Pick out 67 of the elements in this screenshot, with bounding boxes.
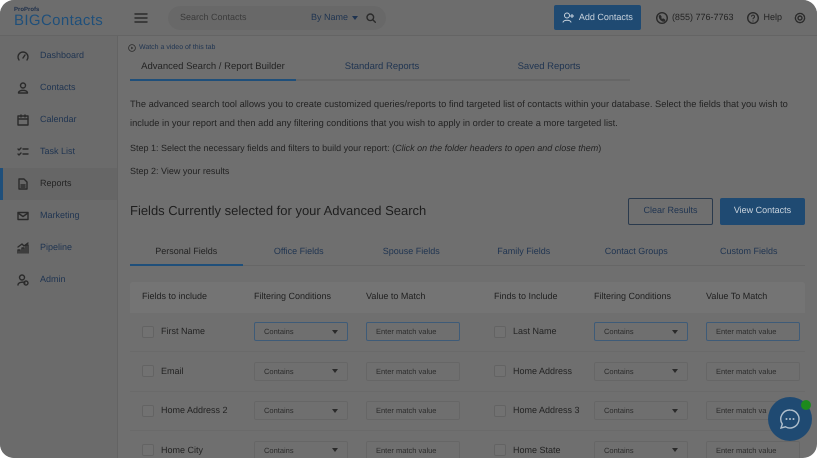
tab[interactable]: Saved Reports: [468, 56, 630, 80]
caret-icon: [672, 330, 678, 334]
sidebar-item[interactable]: Admin: [0, 264, 117, 296]
column-header: Fields to include: [142, 290, 208, 304]
settings-icon[interactable]: [794, 12, 806, 24]
calendar-icon: [17, 114, 29, 126]
phone-number: (855) 776-7763: [672, 10, 734, 24]
sidebar-item[interactable]: Reports: [0, 168, 117, 200]
bar-chart-icon: [17, 242, 29, 254]
clear-results-button[interactable]: Clear Results: [628, 198, 713, 224]
caret-icon: [672, 448, 678, 452]
logo: BIGContacts: [14, 13, 104, 28]
people-icon: [17, 274, 29, 286]
search-mode-dropdown[interactable]: By Name: [310, 10, 358, 24]
tab[interactable]: Advanced Search / Report Builder: [130, 56, 296, 80]
caret-icon: [332, 330, 338, 334]
person-icon: [17, 82, 29, 94]
field-label: Last Name: [513, 325, 557, 338]
help-icon: [747, 12, 760, 24]
caret-icon: [672, 369, 678, 374]
field-tab[interactable]: Family Fields: [468, 240, 580, 266]
field-label: First Name: [161, 325, 206, 338]
sidebar-item[interactable]: Marketing: [0, 200, 117, 232]
sidebar-item[interactable]: Calendar: [0, 104, 117, 136]
column-header: Filtering Conditions: [594, 290, 672, 304]
help-link[interactable]: Help: [747, 10, 782, 24]
caret-icon: [352, 16, 358, 20]
caret-icon: [332, 448, 338, 452]
field-tab[interactable]: Office Fields: [242, 240, 355, 266]
mail-icon: [17, 210, 29, 222]
gauge-icon: [17, 50, 29, 62]
menu-icon: [134, 12, 148, 24]
field-label: Home Address 3: [513, 404, 580, 417]
field-label: Home City: [161, 444, 204, 457]
field-tab[interactable]: Personal Fields: [130, 240, 242, 266]
field-tab[interactable]: Contact Groups: [580, 240, 692, 266]
section-title: Fields Currently selected for your Advanced Search: [130, 202, 428, 220]
view-contacts-button[interactable]: View Contacts: [720, 198, 805, 224]
column-header: Finds to Include: [494, 290, 559, 304]
description-text: The advanced search tool allows you to create customized queries/reports to find targeted list of contacts within your database. Select the fields that you wish to include in your report and then add any filtering conditions that you wish to apply in order to create a more targeted list.: [130, 98, 789, 130]
field-label: Email: [161, 364, 184, 378]
document-icon: [17, 178, 29, 190]
tab[interactable]: Standard Reports: [296, 56, 468, 80]
phone-icon: [656, 12, 668, 24]
field-tab[interactable]: Custom Fields: [692, 240, 805, 266]
checklist-icon: [17, 146, 29, 158]
caret-icon: [332, 369, 338, 374]
caret-icon: [672, 408, 678, 413]
add-person-icon: [562, 12, 575, 23]
field-label: Home State: [513, 444, 561, 456]
search-icon: [366, 12, 376, 22]
play-icon: [128, 44, 136, 52]
step-text: Step 2: View your results: [130, 165, 230, 178]
sidebar-item[interactable]: Pipeline: [0, 232, 117, 264]
column-header: Value To Match: [706, 290, 768, 304]
sidebar-item[interactable]: Dashboard: [0, 40, 117, 72]
column-header: Value to Match: [366, 290, 426, 304]
field-tab[interactable]: Spouse Fields: [355, 240, 468, 266]
field-label: Home Address: [513, 364, 572, 378]
sidebar-item[interactable]: Contacts: [0, 72, 117, 104]
column-header: Filtering Conditions: [254, 290, 332, 304]
step-text: Step 1: Select the necessary fields and filters to build your report: (Click on the folder headers to open and close them): [130, 142, 602, 155]
add-contacts-button[interactable]: Add Contacts: [554, 5, 641, 30]
field-label: Home Address 2: [161, 404, 228, 417]
chat-icon: [779, 408, 801, 430]
caret-icon: [332, 408, 338, 413]
sidebar-item[interactable]: Task List: [0, 136, 117, 168]
